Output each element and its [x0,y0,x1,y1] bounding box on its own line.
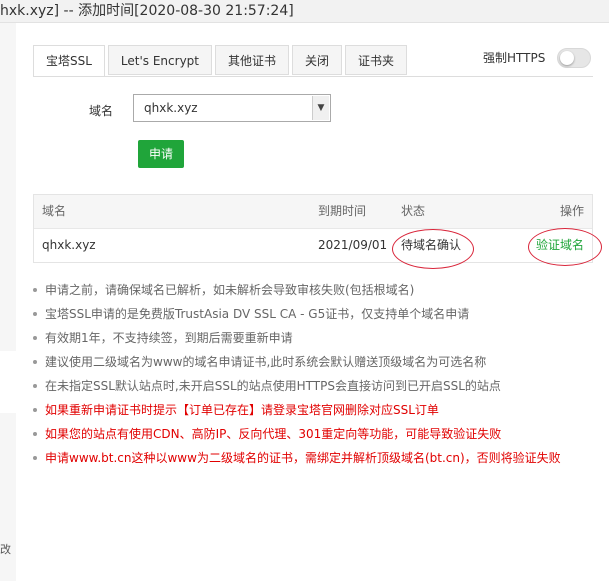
note-item: 宝塔SSL申请的是免费版TrustAsia DV SSL CA - G5证书，仅… [31,302,561,326]
bullet-dot-icon [33,360,37,364]
note-item: 建议使用二级域名为www的域名申请证书,此时系统会默认赠送顶级域名为可选名称 [31,350,561,374]
table-header-row: 域名 到期时间 状态 操作 [34,195,592,229]
notes-list: 申请之前，请确保域名已解析，如未解析会导致审核失败(包括根域名) 宝塔SSL申请… [31,278,561,470]
note-text: 如果您的站点有使用CDN、高防IP、反向代理、301重定向等功能，可能导致验证失… [45,427,502,441]
tabs-divider [33,76,593,77]
bullet-dot-icon [33,312,37,316]
note-text: 宝塔SSL申请的是免费版TrustAsia DV SSL CA - G5证书，仅… [45,307,470,321]
bullet-dot-icon [33,456,37,460]
domain-select[interactable]: qhxk.xyz ▼ [133,94,331,122]
left-sidebar-edge: 改 [0,23,16,581]
note-text: 如果重新申请证书时提示【订单已存在】请登录宝塔官网删除对应SSL订单 [45,403,439,417]
header-domain: 域名 [42,204,67,218]
cert-table: 域名 到期时间 状态 操作 qhxk.xyz 2021/09/01 待域名确认 … [33,194,593,263]
row-status: 待域名确认 [401,238,462,252]
tab-other-certs[interactable]: 其他证书 [215,45,290,75]
warning-note-item: 申请www.bt.cn这种以www为二级域名的证书，需绑定并解析顶级域名(bt.… [31,446,561,470]
note-item: 有效期1年，不支持续签，到期后需要重新申请 [31,326,561,350]
bullet-dot-icon [33,432,37,436]
note-text: 申请之前，请确保域名已解析，如未解析会导致审核失败(包括根域名) [45,283,415,297]
table-row: qhxk.xyz 2021/09/01 待域名确认 验证域名 [34,229,592,262]
sidebar-partial-label: 改 [0,543,11,556]
domain-label: 域名 [89,104,114,118]
apply-button[interactable]: 申请 [138,140,184,168]
ssl-tabs: 宝塔SSL Let's Encrypt 其他证书 关闭 证书夹 [33,45,410,77]
verify-domain-link[interactable]: 验证域名 [536,229,584,262]
row-domain: qhxk.xyz [42,238,96,252]
chevron-down-icon[interactable]: ▼ [312,96,329,120]
bullet-dot-icon [33,408,37,412]
header-expires: 到期时间 [318,204,367,218]
note-text: 建议使用二级域名为www的域名申请证书,此时系统会默认赠送顶级域名为可选名称 [45,355,487,369]
toggle-knob [560,51,574,65]
tab-baota-ssl[interactable]: 宝塔SSL [33,45,105,77]
bullet-dot-icon [33,336,37,340]
sidebar-active-notch [0,351,16,413]
note-item: 在未指定SSL默认站点时,未开启SSL的站点使用HTTPS会直接访问到已开启SS… [31,374,561,398]
note-text: 在未指定SSL默认站点时,未开启SSL的站点使用HTTPS会直接访问到已开启SS… [45,379,501,393]
ssl-panel: 宝塔SSL Let's Encrypt 其他证书 关闭 证书夹 强制HTTPS … [16,23,609,581]
domain-select-value: qhxk.xyz [144,101,198,115]
note-text: 有效期1年，不支持续签，到期后需要重新申请 [45,331,293,345]
header-action: 操作 [559,204,584,218]
tab-lets-encrypt[interactable]: Let's Encrypt [107,45,212,75]
bullet-dot-icon [33,288,37,292]
force-https-label: 强制HTTPS [483,51,546,65]
window-title: hxk.xyz] -- 添加时间[2020-08-30 21:57:24] [0,0,609,23]
tab-close[interactable]: 关闭 [292,45,343,75]
note-item: 申请之前，请确保域名已解析，如未解析会导致审核失败(包括根域名) [31,278,561,302]
note-text: 申请www.bt.cn这种以www为二级域名的证书，需绑定并解析顶级域名(bt.… [45,451,561,465]
tab-cert-folder[interactable]: 证书夹 [345,45,408,75]
warning-note-item: 如果重新申请证书时提示【订单已存在】请登录宝塔官网删除对应SSL订单 [31,398,561,422]
row-expires: 2021/09/01 [318,238,388,252]
warning-note-item: 如果您的站点有使用CDN、高防IP、反向代理、301重定向等功能，可能导致验证失… [31,422,561,446]
force-https-toggle[interactable] [557,48,591,68]
header-status: 状态 [401,204,426,218]
bullet-dot-icon [33,384,37,388]
